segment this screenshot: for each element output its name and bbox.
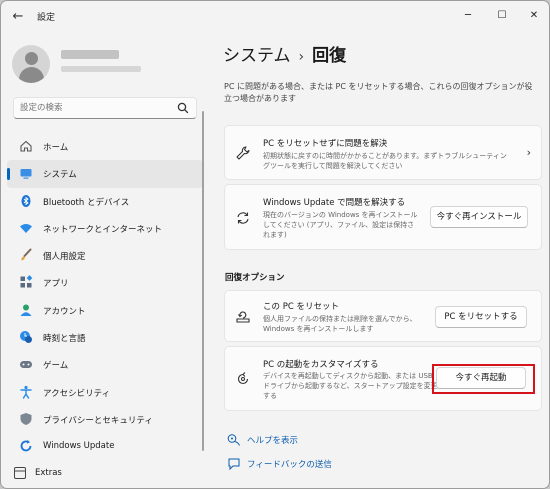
title-bar: ← 設定 ─ ☐ ✕ — [1, 1, 549, 33]
close-button[interactable]: ✕ — [519, 6, 549, 26]
windows-update-card: Windows Update で問題を解決する 現在のバージョンの Window… — [224, 184, 542, 250]
reset-icon — [236, 311, 250, 323]
sidebar-item-personalization[interactable]: 個人用設定 — [7, 242, 203, 269]
feedback-icon — [228, 458, 240, 471]
sidebar-item-gaming[interactable]: ゲーム — [7, 351, 203, 378]
active-indicator — [7, 168, 10, 181]
home-icon — [20, 140, 32, 152]
reinstall-now-button[interactable]: 今すぐ再インストール — [430, 206, 528, 228]
sidebar-item-privacy[interactable]: プライバシーとセキュリティ — [7, 406, 203, 433]
breadcrumb-separator: › — [298, 49, 305, 65]
sidebar-item-time-language[interactable]: 時刻と言語 — [7, 324, 203, 351]
sidebar-item-bluetooth[interactable]: Bluetooth とデバイス — [7, 188, 203, 215]
wrench-icon — [236, 146, 250, 160]
back-button[interactable]: ← — [9, 8, 27, 26]
user-name-redacted — [61, 50, 119, 59]
sidebar-item-label: 個人用設定 — [43, 252, 86, 263]
sidebar-item-accessibility[interactable]: アクセシビリティ — [7, 379, 203, 406]
extras-icon — [14, 467, 26, 479]
sidebar-item-label: ホーム — [43, 143, 69, 153]
restart-now-highlight-box — [432, 364, 535, 394]
brush-icon — [21, 248, 32, 261]
sidebar-item-windows-update[interactable]: Windows Update — [7, 433, 203, 460]
sidebar-item-label: 時刻と言語 — [43, 334, 86, 345]
shield-icon — [20, 412, 32, 425]
sidebar: ホーム システム Bluetooth とデバイス ネットワークとインターネット … — [1, 33, 209, 488]
sidebar-item-label: ネットワークとインターネット — [43, 224, 163, 235]
feedback-link-text[interactable]: フィードバックの送信 — [247, 458, 332, 470]
avatar[interactable] — [12, 45, 50, 83]
help-icon — [227, 434, 240, 446]
sidebar-scrollbar[interactable] — [202, 111, 204, 451]
chevron-right-icon: › — [526, 146, 531, 159]
sidebar-item-system[interactable]: システム — [7, 160, 203, 188]
breadcrumb: システム › 回復 — [223, 41, 346, 66]
apps-icon — [20, 275, 33, 288]
sidebar-item-label: Bluetooth とデバイス — [43, 197, 130, 208]
page-title: 回復 — [312, 46, 347, 66]
wifi-icon — [20, 223, 32, 233]
sidebar-item-label: アクセシビリティ — [43, 388, 111, 399]
minimize-button[interactable]: ─ — [453, 6, 483, 26]
nav-list: ホーム システム Bluetooth とデバイス ネットワークとインターネット … — [7, 133, 203, 461]
restart-gear-icon — [237, 372, 249, 385]
time-language-icon — [20, 331, 32, 344]
reset-pc-title: この PC をリセット — [263, 302, 339, 312]
recovery-options-heading: 回復オプション — [225, 273, 285, 283]
sidebar-item-label: ゲーム — [43, 361, 69, 372]
extras-label: Extras — [35, 468, 62, 478]
troubleshoot-subtitle: 初期状態に戻すのに時間がかかることがあります。まずトラブルシューティングツールを… — [263, 152, 507, 170]
advanced-startup-subtitle: デバイスを再起動してディスクから起動、または USB ドライブから起動するなど、… — [263, 372, 438, 400]
windows-update-title: Windows Update で問題を解決する — [263, 198, 406, 208]
sidebar-item-label: アプリ — [43, 279, 69, 290]
reset-pc-button[interactable]: PC をリセットする — [435, 306, 527, 328]
troubleshoot-title: PC をリセットせずに問題を解決 — [263, 139, 388, 149]
gamepad-icon — [20, 361, 32, 369]
accessibility-icon — [20, 385, 32, 399]
search-box — [13, 97, 197, 119]
window-title: 設定 — [37, 13, 56, 23]
advanced-startup-title: PC の起動をカスタマイズする — [263, 360, 379, 370]
settings-window: ← 設定 ─ ☐ ✕ ホーム システム — [0, 0, 550, 489]
sidebar-item-label: アカウント — [43, 306, 86, 317]
user-email-redacted — [61, 66, 141, 72]
search-input[interactable] — [20, 101, 170, 115]
update-icon — [20, 440, 32, 452]
system-icon — [20, 169, 32, 179]
reset-pc-subtitle: 個人用ファイルの保持または削除を選んでから、Windows を再インストールしま… — [263, 315, 417, 333]
sidebar-item-label: プライバシーとセキュリティ — [43, 415, 153, 426]
sidebar-item-label: Windows Update — [43, 441, 115, 452]
help-link-text[interactable]: ヘルプを表示 — [247, 434, 298, 446]
account-icon — [20, 304, 32, 316]
sidebar-item-apps[interactable]: アプリ — [7, 269, 203, 296]
page-description: PC に問題がある場合、または PC をリセットする場合、これらの回復オプション… — [224, 82, 533, 103]
bluetooth-icon — [21, 194, 31, 207]
maximize-button[interactable]: ☐ — [487, 6, 517, 26]
sidebar-item-network[interactable]: ネットワークとインターネット — [7, 215, 203, 242]
sidebar-item-home[interactable]: ホーム — [7, 133, 203, 160]
sync-icon — [237, 212, 249, 224]
main-content: システム › 回復 PC に問題がある場合、または PC をリセットする場合、これら… — [209, 33, 549, 488]
breadcrumb-parent[interactable]: システム — [223, 46, 291, 66]
troubleshoot-card[interactable]: PC をリセットせずに問題を解決 初期状態に戻すのに時間がかかることがあります。… — [224, 125, 542, 180]
reset-pc-card: この PC をリセット 個人用ファイルの保持または削除を選んでから、Window… — [224, 290, 542, 342]
sidebar-item-accounts[interactable]: アカウント — [7, 297, 203, 324]
windows-update-subtitle: 現在のバージョンの Windows を再インストールしてください (アプリ、ファ… — [263, 211, 418, 239]
search-icon[interactable] — [176, 101, 190, 115]
sidebar-item-label: システム — [43, 170, 77, 181]
